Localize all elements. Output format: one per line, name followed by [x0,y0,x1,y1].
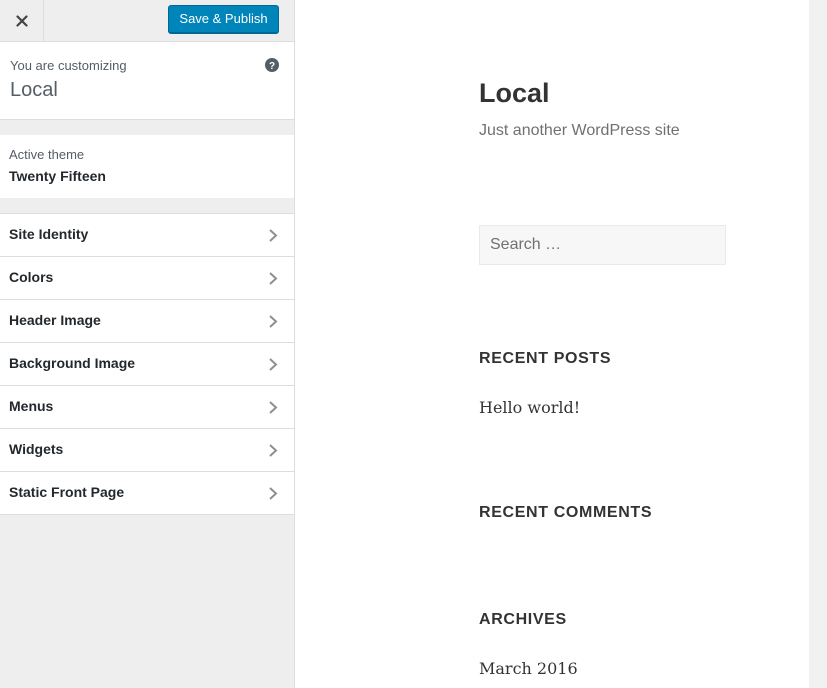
section-label: Header Image [9,312,101,328]
chevron-right-icon [269,487,278,500]
chevron-right-icon [269,358,278,371]
chevron-right-icon [269,315,278,328]
section-label: Static Front Page [9,484,125,500]
recent-post-link[interactable]: Hello world! [479,398,580,417]
preview-site-title[interactable]: Local [479,78,550,109]
section-label: Widgets [9,441,64,457]
active-theme-name: Twenty Fifteen [9,168,106,184]
customizing-label: You are customizing [10,58,127,73]
site-name: Local [10,79,58,101]
customizer-header: Save & Publish [0,0,294,42]
active-theme-label: Active theme [9,147,85,162]
save-publish-button[interactable]: Save & Publish [168,5,279,33]
section-label: Site Identity [9,226,89,242]
archives-heading: ARCHIVES [479,611,567,628]
active-theme-panel[interactable]: Active theme Twenty Fifteen [0,135,294,198]
section-background-image[interactable]: Background Image [0,343,294,386]
question-icon[interactable]: ? [265,58,279,72]
section-label: Colors [9,269,54,285]
section-label: Background Image [9,355,136,371]
preview-site-description: Just another WordPress site [479,122,680,139]
chevron-right-icon [269,272,278,285]
customizer-sidebar: Save & Publish You are customizing Local… [0,0,295,688]
section-header-image[interactable]: Header Image [0,300,294,343]
section-site-identity[interactable]: Site Identity [0,214,294,257]
chevron-right-icon [269,444,278,457]
search-input[interactable] [479,225,726,265]
customizing-info-panel: You are customizing Local ? [0,42,294,120]
recent-posts-heading: RECENT POSTS [479,350,612,367]
preview-gutter [809,0,827,688]
archive-link[interactable]: March 2016 [479,659,578,678]
recent-comments-heading: RECENT COMMENTS [479,504,653,521]
section-menus[interactable]: Menus [0,386,294,429]
close-button[interactable] [0,0,44,41]
section-static-front-page[interactable]: Static Front Page [0,472,294,515]
svg-text:?: ? [269,61,275,72]
section-colors[interactable]: Colors [0,257,294,300]
section-widgets[interactable]: Widgets [0,429,294,472]
close-icon [15,14,28,27]
customizer-sections: Site Identity Colors Header Image Backgr… [0,213,294,515]
site-preview: Local Just another WordPress site RECENT… [295,0,809,688]
customizer-root: Save & Publish You are customizing Local… [0,0,827,688]
section-label: Menus [9,398,54,414]
chevron-right-icon [269,229,278,242]
chevron-right-icon [269,401,278,414]
